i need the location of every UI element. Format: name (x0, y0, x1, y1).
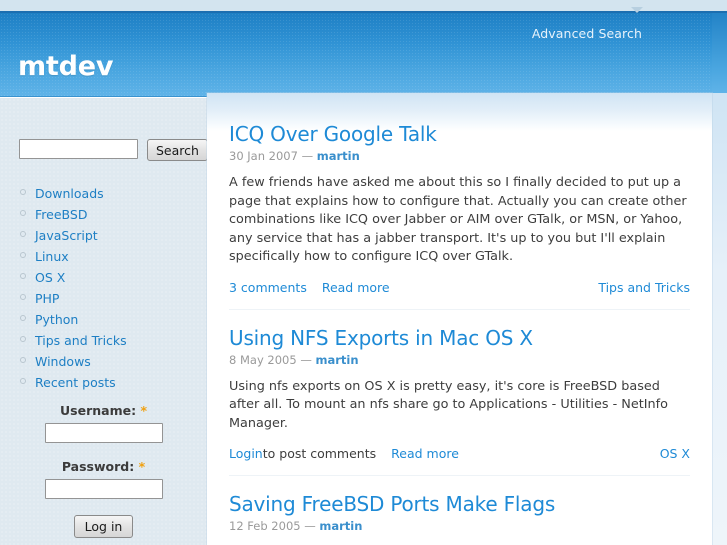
article: ICQ Over Google Talk 30 Jan 2007 — marti… (229, 93, 690, 309)
article-author-link[interactable]: martin (315, 353, 358, 367)
article: Using NFS Exports in Mac OS X 8 May 2005… (229, 308, 690, 476)
article-author-link[interactable]: martin (319, 519, 362, 533)
bullet-icon (20, 189, 26, 195)
byline-dash: — (300, 352, 312, 367)
bullet-icon (20, 315, 26, 321)
sidebar-item-tips-and-tricks[interactable]: Tips and Tricks (19, 329, 199, 350)
required-asterisk-icon: * (140, 403, 147, 418)
sidebar-item-windows[interactable]: Windows (19, 350, 199, 371)
article-links: Login to post comments Read more OS X (229, 446, 690, 475)
sidebar-item-label[interactable]: Recent posts (35, 375, 116, 390)
article-title-link[interactable]: Using NFS Exports in Mac OS X (229, 326, 533, 350)
username-label-text: Username: (60, 403, 137, 418)
sidebar-item-label[interactable]: Python (35, 312, 78, 327)
login-link[interactable]: Login (229, 446, 263, 461)
bullet-icon (20, 210, 26, 216)
bullet-icon (20, 357, 26, 363)
sidebar-item-javascript[interactable]: JavaScript (19, 224, 199, 245)
username-field[interactable] (44, 423, 163, 443)
article-date: 12 Feb 2005 (229, 519, 301, 533)
article-title: Saving FreeBSD Ports Make Flags (229, 492, 690, 516)
comments-link[interactable]: 3 comments (229, 280, 307, 295)
login-form: Username: * Password: * Log in (0, 403, 207, 538)
top-bar (0, 0, 727, 13)
article-byline: 30 Jan 2007 — martin (229, 149, 690, 163)
sidebar-menu: Downloads FreeBSD JavaScript Linux OS X … (19, 182, 199, 392)
article-term: OS X (660, 446, 690, 461)
sidebar-item-label[interactable]: Downloads (35, 186, 104, 201)
read-more-link[interactable]: Read more (322, 280, 390, 295)
sidebar-item-downloads[interactable]: Downloads (19, 182, 199, 203)
site-header: Advanced Search mtdev (0, 13, 727, 97)
site-title[interactable]: mtdev (18, 51, 113, 82)
sidebar-item-php[interactable]: PHP (19, 287, 199, 308)
content-inner: ICQ Over Google Talk 30 Jan 2007 — marti… (207, 93, 712, 545)
article-author-link[interactable]: martin (317, 149, 360, 163)
sidebar-item-label[interactable]: Linux (35, 249, 69, 264)
sidebar-item-osx[interactable]: OS X (19, 266, 199, 287)
bullet-icon (20, 231, 26, 237)
sidebar-item-recent-posts[interactable]: Recent posts (19, 371, 199, 392)
article: Saving FreeBSD Ports Make Flags 12 Feb 2… (229, 475, 690, 545)
sidebar-item-label[interactable]: Tips and Tricks (35, 333, 127, 348)
article-date: 30 Jan 2007 (229, 149, 298, 163)
article-title: Using NFS Exports in Mac OS X (229, 326, 690, 350)
search-input[interactable] (19, 139, 138, 159)
sidebar-item-label[interactable]: PHP (35, 291, 59, 306)
article-byline: 8 May 2005 — martin (229, 353, 690, 367)
byline-dash: — (304, 519, 316, 533)
article-body: Using nfs exports on OS X is pretty easy… (229, 378, 668, 431)
search-block: Search (19, 139, 208, 161)
sidebar-item-label[interactable]: OS X (35, 270, 65, 285)
sidebar-item-label[interactable]: Windows (35, 354, 91, 369)
required-asterisk-icon: * (138, 459, 146, 474)
read-more-link[interactable]: Read more (391, 446, 459, 461)
comments-suffix: to post comments (262, 446, 377, 461)
sidebar-item-freebsd[interactable]: FreeBSD (19, 203, 199, 224)
log-in-button[interactable]: Log in (73, 515, 134, 538)
bullet-icon (20, 252, 26, 258)
search-button[interactable]: Search (147, 139, 208, 161)
bullet-icon (20, 336, 26, 342)
main-content: ICQ Over Google Talk 30 Jan 2007 — marti… (207, 93, 712, 545)
article-body: A few friends have asked me about this s… (229, 175, 687, 264)
bullet-icon (20, 273, 26, 279)
sidebar: Search Downloads FreeBSD JavaScript Linu… (0, 98, 208, 545)
triangle-down-icon (631, 7, 643, 13)
sidebar-item-label[interactable]: FreeBSD (35, 207, 87, 222)
bullet-icon (20, 294, 26, 300)
username-label: Username: * (0, 403, 207, 418)
article-term-link[interactable]: OS X (660, 446, 690, 461)
article-term-link[interactable]: Tips and Tricks (598, 280, 690, 295)
article-links: 3 comments Read more Tips and Tricks (229, 280, 690, 309)
advanced-search-link[interactable]: Advanced Search (532, 26, 642, 41)
sidebar-item-linux[interactable]: Linux (19, 245, 199, 266)
right-edge-strip (712, 93, 727, 545)
byline-dash: — (301, 149, 314, 163)
article-title-link[interactable]: Saving FreeBSD Ports Make Flags (229, 492, 555, 516)
article-title: ICQ Over Google Talk (229, 122, 690, 146)
page-root: Advanced Search mtdev Search Downloads F… (0, 0, 727, 545)
article-byline: 12 Feb 2005 — martin (229, 519, 690, 533)
password-label-text: Password: (61, 459, 135, 474)
password-field[interactable] (44, 479, 163, 499)
article-title-link[interactable]: ICQ Over Google Talk (229, 122, 437, 146)
article-date: 8 May 2005 (229, 352, 297, 367)
sidebar-item-python[interactable]: Python (19, 308, 199, 329)
bullet-icon (20, 378, 26, 384)
right-edge-header (712, 13, 727, 93)
password-label: Password: * (0, 459, 207, 474)
article-term: Tips and Tricks (598, 280, 690, 295)
sidebar-item-label[interactable]: JavaScript (35, 228, 98, 243)
